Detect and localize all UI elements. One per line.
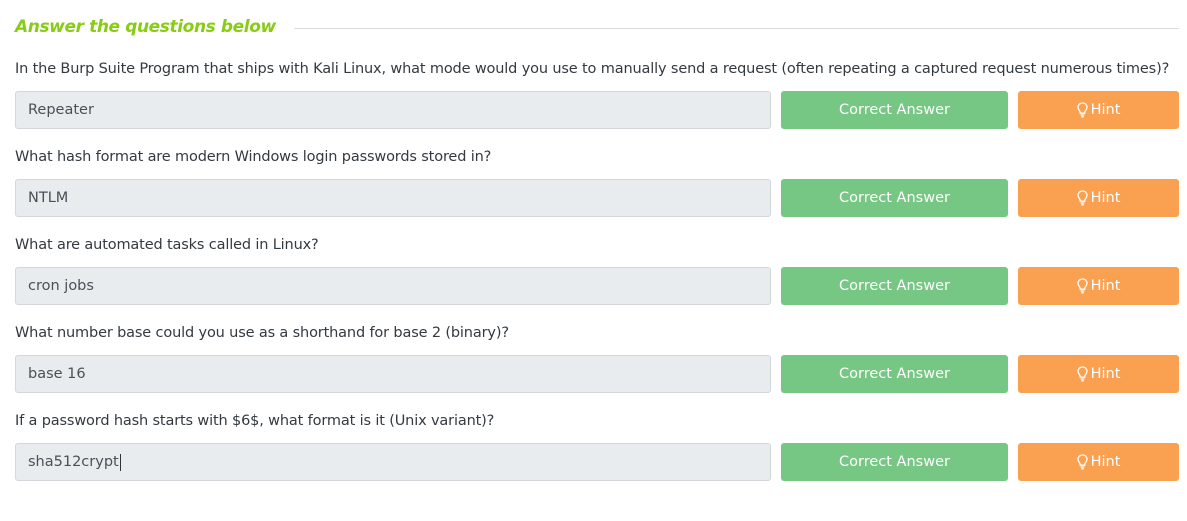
question-text: What hash format are modern Windows logi… [15, 149, 492, 165]
correct-answer-button[interactable]: Correct Answer [781, 179, 1008, 217]
answer-field[interactable]: cron jobs [15, 267, 771, 305]
correct-answer-label: Correct Answer [839, 190, 950, 206]
lightbulb-icon [1077, 190, 1089, 206]
hint-label: Hint [1090, 366, 1121, 382]
answer-value: Repeater [28, 102, 94, 118]
hint-button[interactable]: Hint [1018, 267, 1179, 305]
hint-label: Hint [1090, 190, 1121, 206]
question-text: What number base could you use as a shor… [15, 325, 509, 341]
hint-button[interactable]: Hint [1018, 443, 1179, 481]
correct-answer-label: Correct Answer [839, 366, 950, 382]
lightbulb-icon [1077, 454, 1089, 470]
answer-value: cron jobs [28, 278, 94, 294]
hint-label: Hint [1090, 102, 1121, 118]
section-title: Answer the questions below [15, 17, 276, 37]
correct-answer-button[interactable]: Correct Answer [781, 267, 1008, 305]
hint-button[interactable]: Hint [1018, 179, 1179, 217]
section-header: Answer the questions below [15, 14, 1179, 40]
question-block: If a password hash starts with $6$, what… [15, 411, 1179, 521]
correct-answer-label: Correct Answer [839, 102, 950, 118]
answer-field[interactable]: sha512crypt [15, 443, 771, 481]
correct-answer-label: Correct Answer [839, 278, 950, 294]
answer-value: base 16 [28, 366, 86, 382]
hint-label: Hint [1090, 278, 1121, 294]
correct-answer-button[interactable]: Correct Answer [781, 443, 1008, 481]
answer-field[interactable]: base 16 [15, 355, 771, 393]
question-text: If a password hash starts with $6$, what… [15, 413, 495, 429]
hint-label: Hint [1090, 454, 1121, 470]
hint-button[interactable]: Hint [1018, 355, 1179, 393]
lightbulb-icon [1077, 278, 1089, 294]
hint-button[interactable]: Hint [1018, 91, 1179, 129]
question-text: In the Burp Suite Program that ships wit… [15, 61, 1170, 77]
correct-answer-label: Correct Answer [839, 454, 950, 470]
correct-answer-button[interactable]: Correct Answer [781, 355, 1008, 393]
answer-value: sha512crypt [28, 454, 119, 470]
lightbulb-icon [1077, 366, 1089, 382]
answer-field[interactable]: NTLM [15, 179, 771, 217]
lightbulb-icon [1077, 102, 1089, 118]
section-divider [293, 27, 1179, 29]
correct-answer-button[interactable]: Correct Answer [781, 91, 1008, 129]
text-cursor [119, 453, 121, 471]
answer-value: NTLM [28, 190, 69, 206]
question-text: What are automated tasks called in Linux… [15, 237, 319, 253]
answer-field[interactable]: Repeater [15, 91, 771, 129]
